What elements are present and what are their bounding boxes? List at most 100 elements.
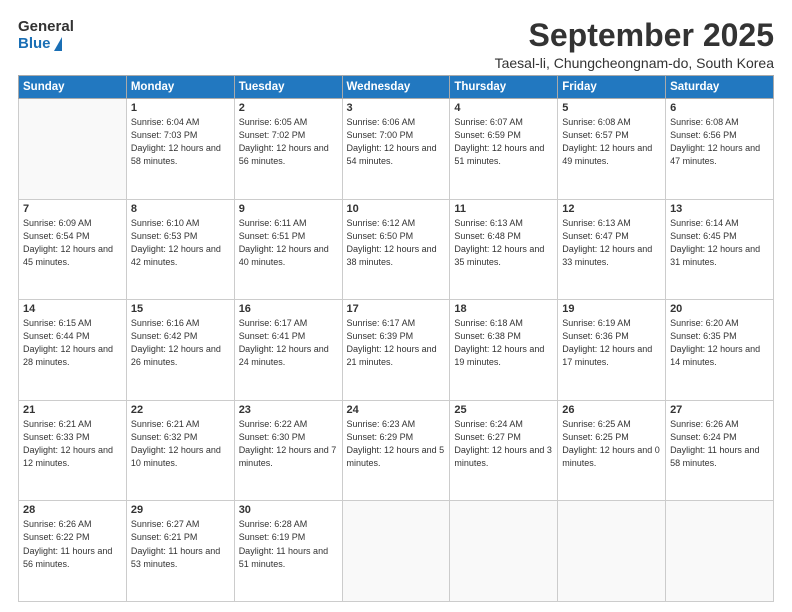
day-info: Sunrise: 6:16 AMSunset: 6:42 PMDaylight:… [131,317,230,369]
day-number: 19 [562,303,661,315]
day-info: Sunrise: 6:17 AMSunset: 6:41 PMDaylight:… [239,317,338,369]
logo-general: General [18,18,74,35]
day-number: 5 [562,102,661,114]
location: Taesal-li, Chungcheongnam-do, South Kore… [84,55,774,71]
day-number: 27 [670,404,769,416]
table-row: 25 Sunrise: 6:24 AMSunset: 6:27 PMDayligh… [450,400,558,501]
day-info: Sunrise: 6:05 AMSunset: 7:02 PMDaylight:… [239,116,338,168]
day-info: Sunrise: 6:24 AMSunset: 6:27 PMDaylight:… [454,418,553,470]
col-thursday: Thursday [450,76,558,99]
day-info: Sunrise: 6:23 AMSunset: 6:29 PMDaylight:… [347,418,446,470]
table-row: 5 Sunrise: 6:08 AMSunset: 6:57 PMDaylight… [558,99,666,200]
table-row: 9Sunrise: 6:11 AMSunset: 6:51 PMDaylight… [234,199,342,300]
col-friday: Friday [558,76,666,99]
day-number: 2 [239,102,338,114]
calendar-week-row: 14 Sunrise: 6:15 AMSunset: 6:44 PMDayligh… [19,300,774,401]
day-number: 11 [454,203,553,215]
day-number: 4 [454,102,553,114]
table-row: 8Sunrise: 6:10 AMSunset: 6:53 PMDaylight… [126,199,234,300]
table-row [666,501,774,602]
calendar-header-row: Sunday Monday Tuesday Wednesday Thursday… [19,76,774,99]
calendar: Sunday Monday Tuesday Wednesday Thursday… [18,75,774,602]
day-number: 22 [131,404,230,416]
day-info: Sunrise: 6:22 AMSunset: 6:30 PMDaylight:… [239,418,338,470]
table-row [19,99,127,200]
table-row [342,501,450,602]
table-row: 24Sunrise: 6:23 AMSunset: 6:29 PMDayligh… [342,400,450,501]
day-number: 13 [670,203,769,215]
table-row: 19 Sunrise: 6:19 AMSunset: 6:36 PMDayligh… [558,300,666,401]
day-number: 10 [347,203,446,215]
logo-blue: Blue [18,35,51,52]
day-info: Sunrise: 6:25 AMSunset: 6:25 PMDaylight:… [562,418,661,470]
day-number: 30 [239,504,338,516]
day-number: 17 [347,303,446,315]
title-block: September 2025 Taesal-li, Chungcheongnam… [74,18,774,71]
day-number: 16 [239,303,338,315]
day-number: 26 [562,404,661,416]
day-info: Sunrise: 6:13 AMSunset: 6:47 PMDaylight:… [562,217,661,269]
table-row: 27 Sunrise: 6:26 AMSunset: 6:24 PMDayligh… [666,400,774,501]
logo: General Blue [18,18,74,53]
day-info: Sunrise: 6:08 AMSunset: 6:57 PMDaylight:… [562,116,661,168]
day-number: 23 [239,404,338,416]
day-info: Sunrise: 6:21 AMSunset: 6:33 PMDaylight:… [23,418,122,470]
table-row: 1 Sunrise: 6:04 AMSunset: 7:03 PMDaylight… [126,99,234,200]
day-number: 14 [23,303,122,315]
day-info: Sunrise: 6:04 AMSunset: 7:03 PMDaylight:… [131,116,230,168]
day-info: Sunrise: 6:06 AMSunset: 7:00 PMDaylight:… [347,116,446,168]
day-info: Sunrise: 6:18 AMSunset: 6:38 PMDaylight:… [454,317,553,369]
header: General Blue September 2025 Taesal-li, C… [18,18,774,71]
day-number: 6 [670,102,769,114]
table-row: 2 Sunrise: 6:05 AMSunset: 7:02 PMDaylight… [234,99,342,200]
table-row: 7 Sunrise: 6:09 AMSunset: 6:54 PMDaylight… [19,199,127,300]
day-info: Sunrise: 6:13 AMSunset: 6:48 PMDaylight:… [454,217,553,269]
day-info: Sunrise: 6:15 AMSunset: 6:44 PMDaylight:… [23,317,122,369]
table-row: 30 Sunrise: 6:28 AMSunset: 6:19 PMDayligh… [234,501,342,602]
calendar-week-row: 1 Sunrise: 6:04 AMSunset: 7:03 PMDaylight… [19,99,774,200]
day-info: Sunrise: 6:17 AMSunset: 6:39 PMDaylight:… [347,317,446,369]
day-info: Sunrise: 6:27 AMSunset: 6:21 PMDaylight:… [131,518,230,570]
calendar-week-row: 28 Sunrise: 6:26 AMSunset: 6:22 PMDayligh… [19,501,774,602]
day-info: Sunrise: 6:21 AMSunset: 6:32 PMDaylight:… [131,418,230,470]
table-row: 29Sunrise: 6:27 AMSunset: 6:21 PMDayligh… [126,501,234,602]
table-row: 10 Sunrise: 6:12 AMSunset: 6:50 PMDayligh… [342,199,450,300]
day-info: Sunrise: 6:28 AMSunset: 6:19 PMDaylight:… [239,518,338,570]
logo-triangle-icon [54,37,62,51]
day-number: 15 [131,303,230,315]
table-row: 4Sunrise: 6:07 AMSunset: 6:59 PMDaylight… [450,99,558,200]
page: General Blue September 2025 Taesal-li, C… [0,0,792,612]
col-saturday: Saturday [666,76,774,99]
day-info: Sunrise: 6:26 AMSunset: 6:24 PMDaylight:… [670,418,769,470]
table-row: 11 Sunrise: 6:13 AMSunset: 6:48 PMDayligh… [450,199,558,300]
day-number: 21 [23,404,122,416]
day-number: 8 [131,203,230,215]
day-number: 25 [454,404,553,416]
day-info: Sunrise: 6:20 AMSunset: 6:35 PMDaylight:… [670,317,769,369]
table-row: 3 Sunrise: 6:06 AMSunset: 7:00 PMDaylight… [342,99,450,200]
table-row [558,501,666,602]
table-row: 14 Sunrise: 6:15 AMSunset: 6:44 PMDayligh… [19,300,127,401]
table-row: 23 Sunrise: 6:22 AMSunset: 6:30 PMDayligh… [234,400,342,501]
day-number: 20 [670,303,769,315]
col-tuesday: Tuesday [234,76,342,99]
day-info: Sunrise: 6:08 AMSunset: 6:56 PMDaylight:… [670,116,769,168]
table-row: 18Sunrise: 6:18 AMSunset: 6:38 PMDayligh… [450,300,558,401]
day-number: 28 [23,504,122,516]
table-row: 6 Sunrise: 6:08 AMSunset: 6:56 PMDaylight… [666,99,774,200]
col-sunday: Sunday [19,76,127,99]
table-row [450,501,558,602]
day-info: Sunrise: 6:09 AMSunset: 6:54 PMDaylight:… [23,217,122,269]
col-wednesday: Wednesday [342,76,450,99]
day-number: 1 [131,102,230,114]
calendar-week-row: 21 Sunrise: 6:21 AMSunset: 6:33 PMDayligh… [19,400,774,501]
day-number: 7 [23,203,122,215]
day-number: 9 [239,203,338,215]
day-info: Sunrise: 6:19 AMSunset: 6:36 PMDaylight:… [562,317,661,369]
table-row: 22 Sunrise: 6:21 AMSunset: 6:32 PMDayligh… [126,400,234,501]
day-info: Sunrise: 6:12 AMSunset: 6:50 PMDaylight:… [347,217,446,269]
day-info: Sunrise: 6:14 AMSunset: 6:45 PMDaylight:… [670,217,769,269]
day-number: 3 [347,102,446,114]
table-row: 12Sunrise: 6:13 AMSunset: 6:47 PMDayligh… [558,199,666,300]
day-info: Sunrise: 6:26 AMSunset: 6:22 PMDaylight:… [23,518,122,570]
